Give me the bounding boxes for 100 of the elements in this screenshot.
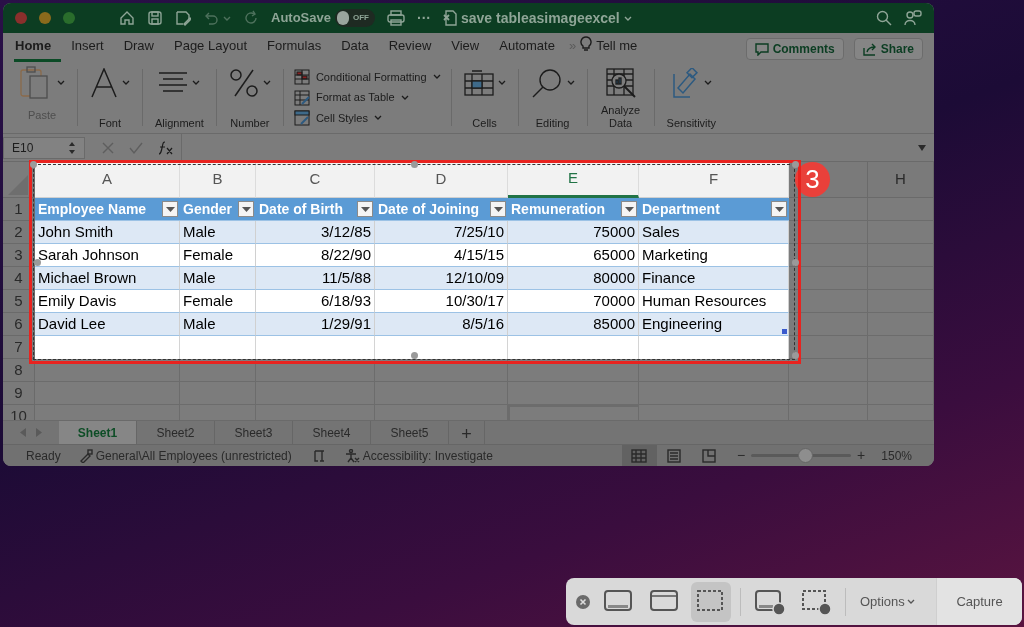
column-header[interactable]: 3 [789,162,868,198]
filter-dropdown-button[interactable] [771,201,787,217]
ribbon-tab[interactable]: Automate [489,36,565,62]
caret-icon [400,94,409,101]
resize-handle[interactable] [792,352,799,359]
column-header[interactable]: E [508,162,639,198]
grid-cell[interactable] [868,336,934,359]
ribbon-menu-button[interactable]: Cell Styles [293,109,441,127]
grid-cell[interactable] [789,290,868,313]
people-icon[interactable] [904,10,922,26]
confirm-icon[interactable] [129,140,143,155]
caret-icon[interactable] [623,14,632,22]
sheet-tab[interactable]: Sheet1 [59,421,137,444]
table-resize-handle[interactable] [782,329,787,334]
filter-dropdown-button[interactable] [490,201,506,217]
search-icon[interactable] [876,10,892,26]
resize-handle[interactable] [411,161,418,168]
ribbon-menu-button[interactable]: Conditional Formatting [293,68,441,86]
resize-handle[interactable] [30,161,37,168]
ribbon-tab[interactable]: Insert [61,36,114,62]
grid-cell[interactable] [789,221,868,244]
close-icon[interactable] [576,594,590,609]
column-header[interactable]: A [35,162,180,198]
comments-button[interactable]: Comments [745,38,844,60]
grid-cell[interactable] [180,359,256,382]
table-cell: Male [180,313,256,336]
filter-dropdown-button[interactable] [621,201,637,217]
grid-cell[interactable] [789,267,868,290]
grid-cell[interactable] [868,290,934,313]
grid-cell[interactable] [639,359,789,382]
grid-cell[interactable] [868,221,934,244]
resize-handle[interactable] [792,161,799,168]
grid-cell[interactable] [35,359,180,382]
grid-cell[interactable] [868,359,934,382]
macro-recording-icon[interactable] [311,448,326,463]
cancel-icon[interactable] [101,140,115,155]
ribbon-menu-button[interactable]: Format as Table [293,89,441,106]
sensitivity-label[interactable]: General\All Employees (unrestricted) [95,446,292,465]
accessibility-status[interactable]: Accessibility: Investigate [362,446,493,465]
accessibility-icon[interactable] [343,448,360,463]
ribbon-tab[interactable]: Data [331,36,379,62]
zoom-in-button[interactable]: + [857,445,866,466]
column-header[interactable]: C [256,162,375,198]
previous-sheet-icon[interactable] [20,428,26,437]
options-menu-button[interactable]: Options [852,591,923,612]
ribbon-group-button[interactable]: Number [226,65,273,130]
next-sheet-icon[interactable] [36,428,42,437]
ribbon-tab[interactable]: Review [378,36,442,62]
selection-capture-icon[interactable] [691,581,731,622]
grid-cell[interactable] [508,359,639,382]
grid-cell[interactable] [789,359,868,382]
tell-me-search[interactable]: Tell me [596,36,638,56]
ribbon-tab[interactable]: Home [14,36,62,62]
grid-cell[interactable] [256,359,375,382]
filter-dropdown-button[interactable] [162,201,178,217]
row-header[interactable]: 8 [3,359,35,382]
save-edit-icon[interactable] [175,10,191,26]
ribbon-group-button[interactable]: Editing [528,65,577,130]
capture-button[interactable]: Capture [936,578,1022,625]
dropdown-caret-icon[interactable] [918,144,926,151]
name-box[interactable]: E10 [3,136,85,159]
grid-cell[interactable] [868,267,934,290]
ribbon-group-button[interactable]: Sensitivity [664,65,719,130]
grid-cell[interactable] [789,198,868,221]
ribbon-group-button[interactable]: Font [88,65,132,130]
column-header[interactable]: F [639,162,789,198]
column-header[interactable]: B [180,162,256,198]
filter-dropdown-button[interactable] [357,201,373,217]
zoom-slider[interactable] [751,448,852,463]
ribbon-group-button[interactable]: Alignment [153,65,206,130]
grid-cell[interactable] [868,198,934,221]
grid-cell[interactable] [789,313,868,336]
save-icon[interactable] [147,10,163,26]
zoom-out-button[interactable]: − [736,445,746,466]
ribbon-tab[interactable]: Page Layout [164,36,257,62]
resize-handle[interactable] [34,259,41,266]
autosave-toggle[interactable]: OFF [334,9,375,27]
more-button[interactable]: ··· [416,7,431,29]
row-header[interactable]: 9 [3,382,35,405]
home-icon[interactable] [119,10,135,26]
print-icon[interactable] [386,10,405,26]
ribbon-group-button[interactable]: Analyze Data [597,65,644,130]
grid-cell[interactable] [868,313,934,336]
grid-cell[interactable] [868,244,934,267]
zoom-slider-thumb[interactable] [797,448,813,463]
grid-cell[interactable] [375,359,508,382]
grid-view-icon[interactable] [621,445,657,466]
document-title[interactable]: save tableasimageexcel [460,7,620,29]
ribbon-group-button[interactable]: Cells [461,65,508,130]
column-header[interactable]: H [868,162,934,198]
resize-handle[interactable] [792,259,799,266]
ribbon-tab[interactable]: Formulas [257,36,332,62]
resize-handle[interactable] [411,352,418,359]
share-button[interactable]: Share [853,38,923,60]
column-header[interactable]: D [375,162,508,198]
ribbon-tab[interactable]: View [441,36,490,62]
filter-dropdown-button[interactable] [238,201,254,217]
function-icon[interactable] [157,140,175,155]
grid-cell[interactable] [868,382,934,405]
ribbon-tab[interactable]: Draw [113,36,164,62]
